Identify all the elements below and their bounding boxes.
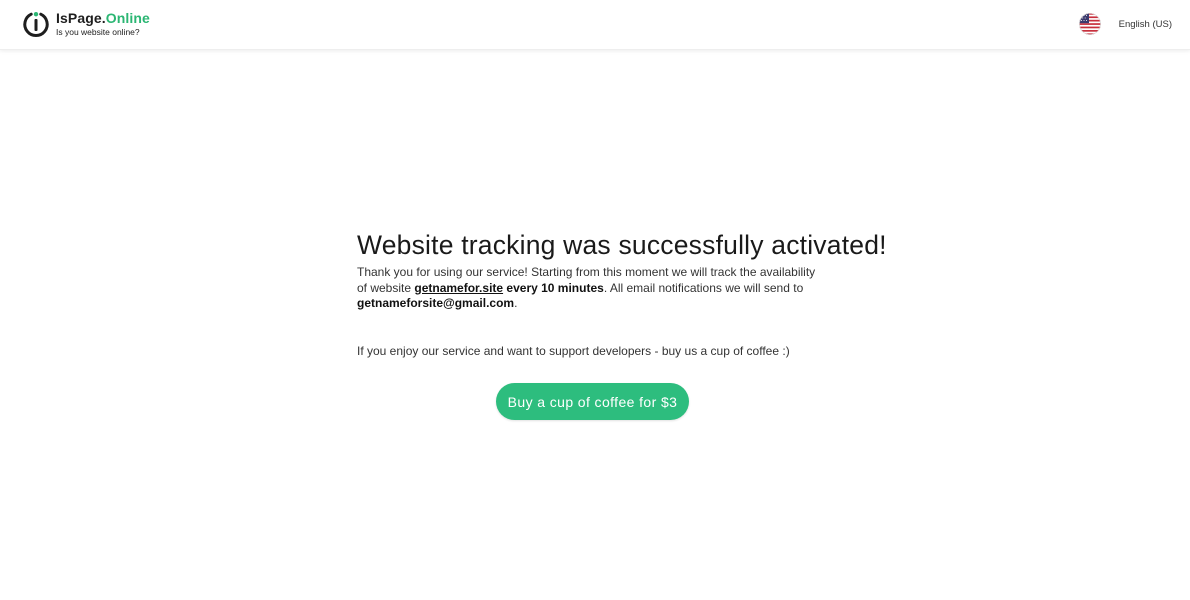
check-interval: every 10 minutes (506, 280, 604, 295)
brand-accent: Online (105, 10, 150, 27)
site-logo[interactable]: IsPage.Online Is you website online? (22, 10, 150, 38)
support-text: If you enjoy our service and want to sup… (357, 343, 790, 358)
language-selector[interactable]: English (US) (1078, 13, 1172, 35)
logo-text: IsPage.Online Is you website online? (56, 11, 150, 37)
language-label: English (US) (1118, 18, 1172, 30)
page-title: Website tracking was successfully activa… (357, 230, 887, 260)
site-header: IsPage.Online Is you website online? Eng… (0, 0, 1190, 50)
tagline: Is you website online? (56, 27, 140, 38)
message-end: . (514, 296, 518, 310)
brand-main: IsPage. (56, 10, 106, 27)
brand-name: IsPage.Online (56, 11, 150, 25)
site-link[interactable]: getnamefor.site (414, 281, 503, 295)
confirmation-message: Thank you for using our service! Startin… (357, 265, 827, 312)
message-text-2: . All email notifications we will send t… (603, 280, 804, 295)
main-content: Website tracking was successfully activa… (357, 228, 887, 359)
power-i-icon (23, 12, 49, 38)
us-flag-icon (1078, 13, 1101, 35)
notification-email: getnameforsite@gmail.com (357, 296, 515, 310)
buy-coffee-button[interactable]: Buy a cup of coffee for $3 (496, 383, 689, 420)
